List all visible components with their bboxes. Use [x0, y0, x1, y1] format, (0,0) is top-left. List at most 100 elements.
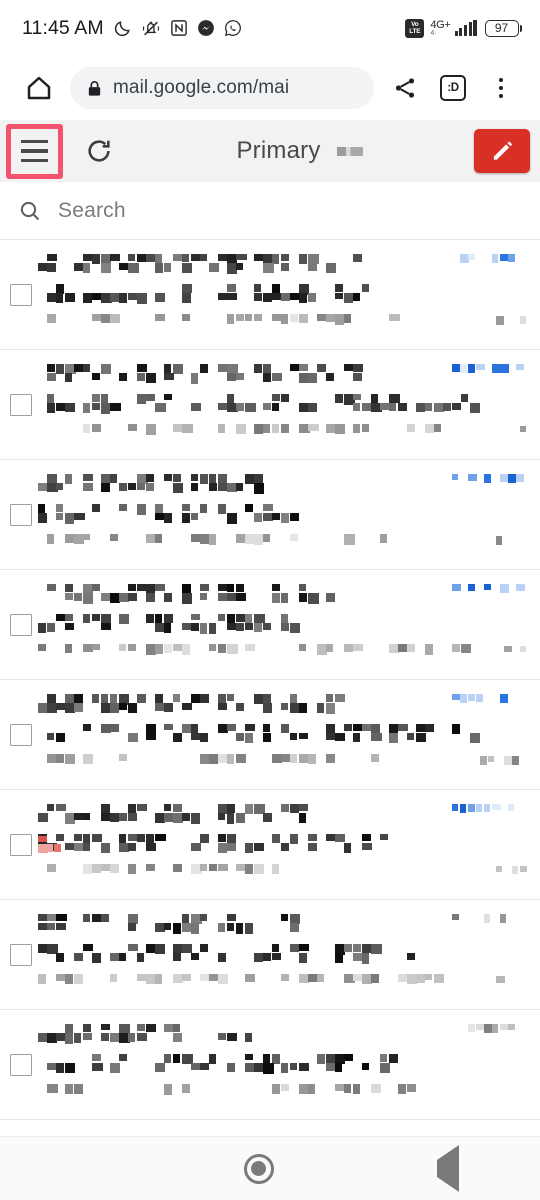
refresh-icon — [85, 137, 113, 165]
sender-redacted — [38, 364, 364, 384]
search-bar[interactable]: Search — [0, 182, 540, 240]
page-title: Primary — [236, 137, 321, 164]
attachment-redacted — [38, 836, 66, 853]
network-type: 4G+ 4· — [430, 18, 451, 37]
share-button[interactable] — [382, 65, 428, 111]
subject-redacted — [38, 284, 371, 304]
email-row[interactable] — [0, 680, 540, 790]
preview-redacted — [38, 754, 386, 770]
sender-redacted — [38, 584, 343, 604]
home-button[interactable] — [16, 65, 62, 111]
email-row[interactable] — [0, 790, 540, 900]
email-checkbox[interactable] — [10, 613, 32, 636]
battery-tip — [519, 24, 522, 32]
android-nav-bar — [0, 1136, 540, 1200]
address-bar[interactable]: mail.google.com/mai — [70, 67, 374, 109]
email-checkbox[interactable] — [10, 1053, 32, 1076]
row-meta-redacted — [480, 866, 530, 878]
row-meta-redacted — [480, 1086, 530, 1098]
email-checkbox[interactable] — [10, 833, 32, 856]
volte-label-top: Vo — [411, 21, 419, 28]
network-arrows: 4· — [430, 29, 437, 37]
mute-vibrate-icon — [141, 19, 161, 38]
preview-redacted — [38, 644, 480, 660]
subject-redacted — [38, 504, 300, 524]
phone-screen: 11:45 AM Vo LTE 4G+ 4· 97 mail.google.co… — [0, 0, 540, 1200]
whatsapp-icon — [224, 19, 242, 37]
preview-redacted — [38, 974, 447, 990]
date-redacted — [452, 584, 530, 598]
status-time: 11:45 AM — [22, 16, 104, 39]
search-icon — [18, 199, 42, 223]
status-bar: 11:45 AM Vo LTE 4G+ 4· 97 — [0, 0, 540, 56]
back-button[interactable] — [436, 1144, 459, 1192]
preview-redacted — [38, 864, 339, 880]
email-list[interactable] — [0, 240, 540, 1130]
hamburger-line — [21, 139, 48, 144]
status-bar-left: 11:45 AM — [22, 17, 405, 40]
email-row[interactable] — [0, 900, 540, 1010]
url-text: mail.google.com/mai — [113, 77, 290, 98]
search-input-placeholder: Search — [58, 198, 126, 222]
preview-redacted — [38, 424, 445, 440]
date-redacted — [452, 914, 530, 928]
date-redacted — [452, 364, 530, 378]
date-redacted — [452, 254, 530, 268]
email-row[interactable] — [0, 240, 540, 350]
sender-redacted — [38, 914, 304, 934]
subject-redacted — [38, 1054, 402, 1074]
subject-redacted — [38, 394, 496, 414]
battery-percent: 97 — [484, 19, 519, 37]
home-icon — [24, 73, 54, 103]
sender-redacted — [38, 694, 349, 714]
preview-redacted — [38, 1084, 465, 1100]
email-checkbox[interactable] — [10, 943, 32, 966]
lock-icon — [86, 79, 103, 98]
tab-switcher-button[interactable]: :D — [430, 65, 476, 111]
email-row[interactable] — [0, 1010, 540, 1120]
volte-label-bottom: LTE — [409, 28, 421, 35]
email-row[interactable] — [0, 350, 540, 460]
browser-menu-button[interactable] — [478, 65, 524, 111]
moon-icon — [113, 19, 132, 38]
row-meta-redacted — [480, 646, 530, 658]
subject-redacted — [38, 724, 481, 744]
preview-redacted — [38, 314, 400, 330]
home-circle-icon — [243, 1153, 274, 1184]
date-redacted — [452, 474, 530, 488]
email-checkbox[interactable] — [10, 283, 32, 306]
subject-redacted — [38, 834, 406, 854]
inbox-title-group: Primary — [125, 137, 474, 165]
subject-redacted — [38, 614, 307, 634]
hamburger-line — [21, 158, 48, 163]
sender-redacted — [38, 1024, 254, 1044]
sender-redacted — [38, 254, 367, 274]
email-checkbox[interactable] — [10, 503, 32, 526]
hamburger-menu-button[interactable] — [6, 124, 63, 179]
title-badge-redacted — [336, 146, 363, 156]
row-meta-redacted — [480, 536, 530, 548]
subject-redacted — [38, 944, 422, 964]
volte-icon: Vo LTE — [405, 18, 425, 38]
email-row[interactable] — [0, 570, 540, 680]
battery-icon: 97 — [484, 19, 522, 37]
home-button-nav[interactable] — [243, 1153, 274, 1184]
email-checkbox[interactable] — [10, 723, 32, 746]
date-redacted — [452, 694, 530, 708]
nfc-icon — [170, 19, 188, 37]
email-row[interactable] — [0, 1120, 540, 1130]
refresh-button[interactable] — [73, 124, 125, 179]
row-meta-redacted — [480, 426, 530, 438]
signal-bars-icon — [454, 20, 477, 36]
sender-redacted — [38, 474, 269, 494]
date-redacted — [452, 1024, 530, 1038]
compose-pencil-icon — [489, 138, 515, 164]
email-checkbox[interactable] — [10, 393, 32, 416]
network-label: 4G+ — [430, 18, 451, 31]
overflow-menu-icon — [498, 77, 504, 99]
row-meta-redacted — [480, 316, 530, 328]
hamburger-line — [21, 149, 48, 153]
messenger-icon — [197, 19, 215, 37]
email-row[interactable] — [0, 460, 540, 570]
compose-button[interactable] — [474, 129, 530, 173]
